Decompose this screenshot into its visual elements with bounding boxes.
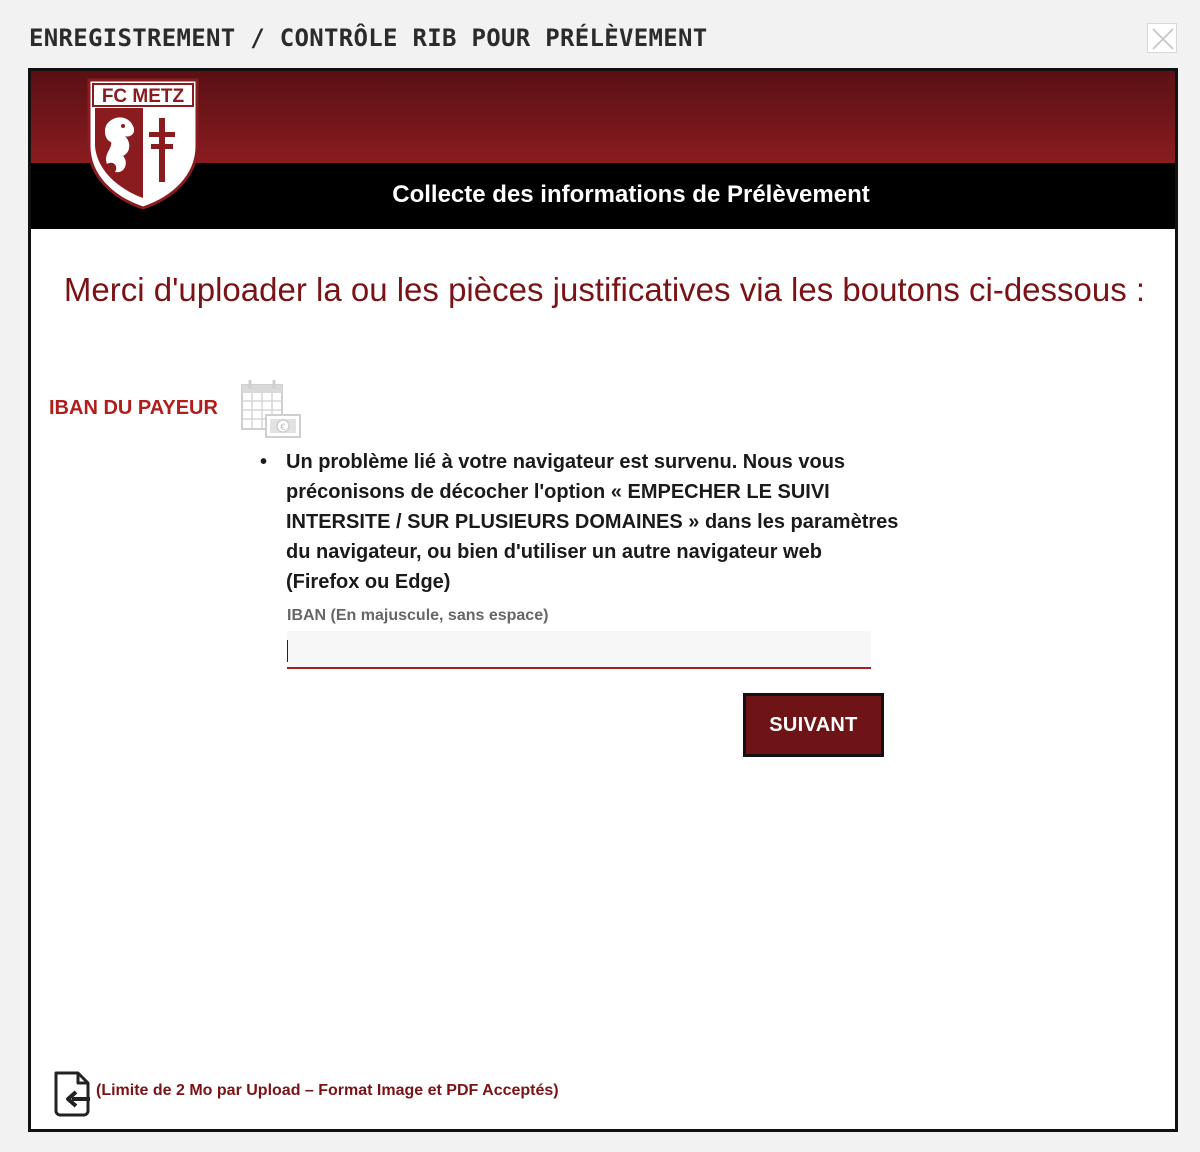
banner-red — [31, 71, 1175, 163]
upload-limit-note: (Limite de 2 Mo par Upload – Format Imag… — [96, 1082, 559, 1099]
fc-metz-logo: FC METZ — [87, 78, 199, 210]
iban-field-label: IBAN (En majuscule, sans espace) — [287, 607, 549, 624]
close-icon — [1152, 28, 1174, 50]
text-caret — [287, 640, 288, 662]
file-upload-icon[interactable] — [50, 1069, 94, 1117]
iframe-container: Collecte des informations de Prélèvement… — [28, 68, 1178, 1132]
next-button[interactable]: SUIVANT — [743, 693, 884, 757]
close-button[interactable] — [1147, 23, 1177, 53]
content-area: Merci d'uploader la ou les pièces justif… — [34, 229, 1175, 1129]
banner-title-text: Collecte des informations de Prélèvement — [392, 181, 870, 208]
bullet-icon: • — [260, 451, 268, 473]
banner-title: Collecte des informations de Prélèvement — [31, 181, 1175, 209]
page-heading: Merci d'uploader la ou les pièces justif… — [63, 271, 1146, 308]
message-list: • Un problème lié à votre navigateur est… — [260, 447, 900, 597]
iban-section-label: IBAN DU PAYEUR — [49, 397, 218, 419]
calendar-euro-icon: € — [241, 380, 301, 438]
iban-input[interactable] — [287, 631, 871, 669]
browser-warning-text: Un problème lié à votre navigateur est s… — [286, 451, 899, 593]
svg-text:€: € — [280, 423, 286, 433]
modal-title: ENREGISTREMENT / CONTRÔLE RIB POUR PRÉLÈ… — [29, 24, 708, 52]
list-item: • Un problème lié à votre navigateur est… — [260, 447, 900, 597]
logo-text: FC METZ — [102, 86, 185, 107]
